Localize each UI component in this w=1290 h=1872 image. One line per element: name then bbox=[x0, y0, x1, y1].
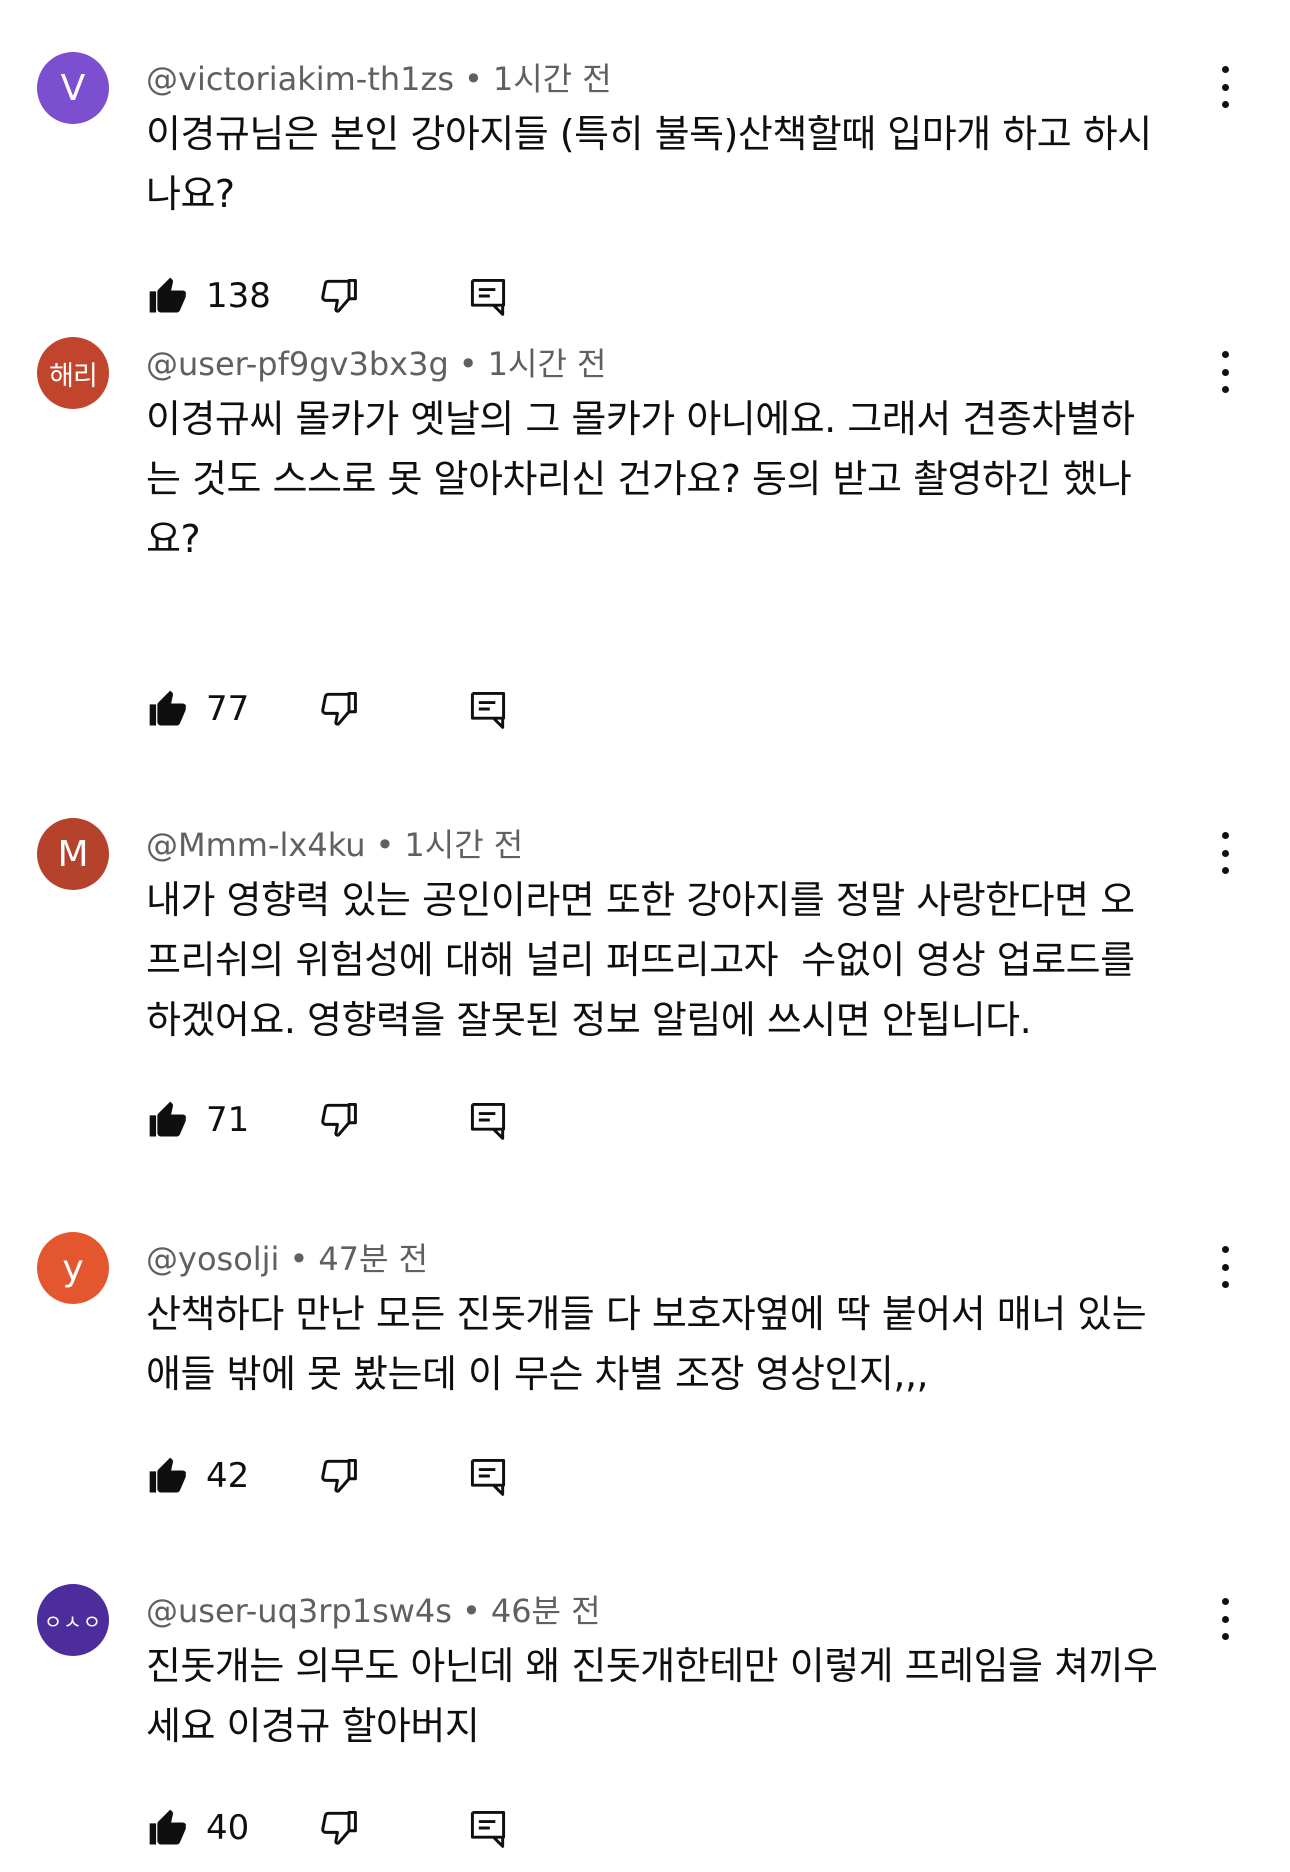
comment-meta: @user-pf9gv3bx3g • 1시간 전 bbox=[146, 345, 607, 383]
thumb-up-icon[interactable] bbox=[146, 274, 190, 318]
comment-author[interactable]: @yosolji bbox=[146, 1240, 279, 1278]
avatar[interactable]: y bbox=[37, 1232, 109, 1304]
more-vert-icon[interactable] bbox=[1210, 351, 1240, 393]
thumb-down-icon[interactable] bbox=[316, 687, 360, 731]
comment-author[interactable]: @user-pf9gv3bx3g bbox=[146, 345, 449, 383]
avatar[interactable]: ㅇㅅㅇ bbox=[37, 1584, 109, 1656]
comment-author[interactable]: @victoriakim-th1zs bbox=[146, 60, 454, 98]
comment-text: 산책하다 만난 모든 진돗개들 다 보호자옆에 딱 붙어서 매너 있는 애들 밖… bbox=[146, 1292, 1147, 1396]
comment-text: 이경규님은 본인 강아지들 (특히 불독)산책할때 입마개 하고 하시 나요? bbox=[146, 112, 1152, 216]
thumb-up-icon[interactable] bbox=[146, 1098, 190, 1142]
comment-time: 1시간 전 bbox=[487, 345, 607, 383]
comment-meta: @Mmm-lx4ku • 1시간 전 bbox=[146, 826, 524, 864]
comment-meta: @yosolji • 47분 전 bbox=[146, 1240, 429, 1278]
comment-time: 46분 전 bbox=[490, 1592, 601, 1630]
comment-meta: @user-uq3rp1sw4s • 46분 전 bbox=[146, 1592, 601, 1630]
comment-author[interactable]: @Mmm-lx4ku bbox=[146, 826, 366, 864]
like-count: 138 bbox=[206, 276, 271, 316]
reply-icon[interactable] bbox=[466, 1454, 510, 1498]
more-vert-icon[interactable] bbox=[1210, 66, 1240, 108]
thumb-up-icon[interactable] bbox=[146, 1454, 190, 1498]
like-count: 77 bbox=[206, 689, 250, 729]
like-count: 71 bbox=[206, 1100, 250, 1140]
avatar[interactable]: 해리 bbox=[37, 337, 109, 409]
comment-meta: @victoriakim-th1zs • 1시간 전 bbox=[146, 60, 612, 98]
reply-icon[interactable] bbox=[466, 1098, 510, 1142]
thumb-down-icon[interactable] bbox=[316, 1098, 360, 1142]
thumb-up-icon[interactable] bbox=[146, 687, 190, 731]
avatar[interactable]: M bbox=[37, 818, 109, 890]
comment-time: 47분 전 bbox=[318, 1240, 429, 1278]
comment-time: 1시간 전 bbox=[492, 60, 612, 98]
comment-time: 1시간 전 bbox=[404, 826, 524, 864]
reply-icon[interactable] bbox=[466, 1806, 510, 1850]
more-vert-icon[interactable] bbox=[1210, 832, 1240, 874]
comment-text: 내가 영향력 있는 공인이라면 또한 강아지를 정말 사랑한다면 오 프리쉬의 … bbox=[146, 878, 1135, 1042]
thumb-down-icon[interactable] bbox=[316, 274, 360, 318]
thumb-up-icon[interactable] bbox=[146, 1806, 190, 1850]
thumb-down-icon[interactable] bbox=[316, 1454, 360, 1498]
reply-icon[interactable] bbox=[466, 687, 510, 731]
thumb-down-icon[interactable] bbox=[316, 1806, 360, 1850]
comment-author[interactable]: @user-uq3rp1sw4s bbox=[146, 1592, 452, 1630]
like-count: 40 bbox=[206, 1808, 250, 1848]
comment-text: 이경규씨 몰카가 옛날의 그 몰카가 아니에요. 그래서 견종차별하 는 것도 … bbox=[146, 397, 1135, 561]
reply-icon[interactable] bbox=[466, 274, 510, 318]
comment-text: 진돗개는 의무도 아닌데 왜 진돗개한테만 이렇게 프레임을 쳐끼우 세요 이경… bbox=[146, 1644, 1158, 1748]
like-count: 42 bbox=[206, 1456, 250, 1496]
more-vert-icon[interactable] bbox=[1210, 1598, 1240, 1640]
more-vert-icon[interactable] bbox=[1210, 1246, 1240, 1288]
avatar[interactable]: V bbox=[37, 52, 109, 124]
